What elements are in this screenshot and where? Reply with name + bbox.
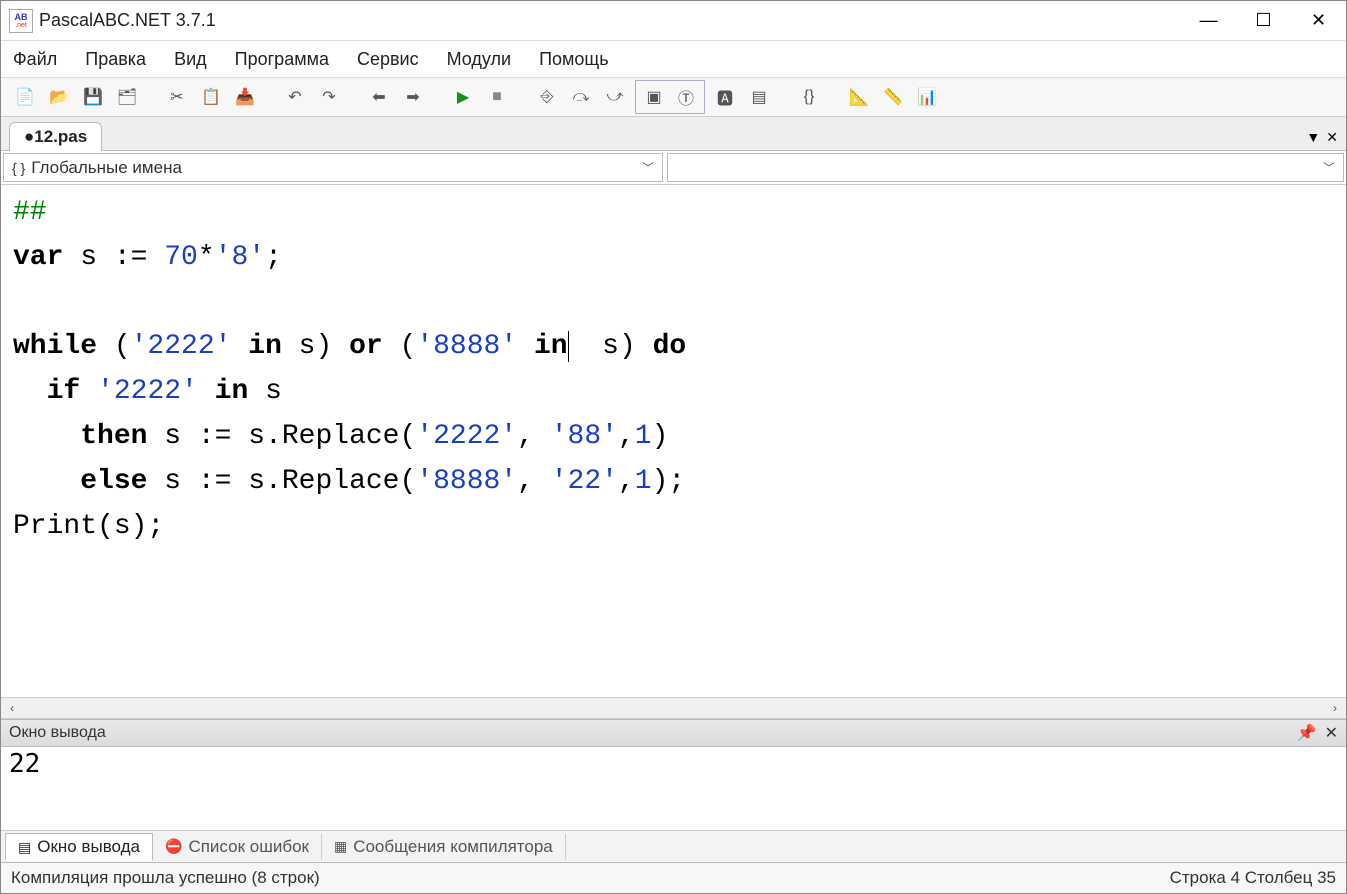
member-dropdown[interactable]: ﹀ [667,153,1344,182]
msg-icon: ▦ [334,838,347,855]
output-panel-header: Окно вывода 📌 ✕ [1,719,1346,747]
chevron-down-icon: ﹀ [1323,159,1335,176]
designer-r-icon[interactable]: 📊 [913,83,941,111]
close-button[interactable]: ✕ [1291,1,1346,41]
scope-row: { } Глобальные имена ﹀ ﹀ [1,151,1346,185]
nav-back-icon[interactable]: ⬅ [365,83,393,111]
status-compile: Компиляция прошла успешно (8 строк) [11,868,320,888]
stop-icon[interactable]: ■ [483,83,511,111]
out-icon: ▤ [18,839,31,856]
scroll-right-icon[interactable]: › [1324,698,1346,718]
menu-file[interactable]: Файл [13,49,57,70]
code-icon[interactable]: {} [795,83,823,111]
paste-icon[interactable]: 📥 [231,83,259,111]
bottom-tab-err[interactable]: ⛔ Список ошибок [153,834,322,860]
cut-icon[interactable]: ✂ [163,83,191,111]
redo-icon[interactable]: ↷ [315,83,343,111]
step-out-icon[interactable]: ⤻ [601,83,629,111]
bottom-tab-msg[interactable]: ▦ Сообщения компилятора [322,834,566,860]
nav-fwd-icon[interactable]: ➡ [399,83,427,111]
app-icon: AB .net [9,9,33,33]
scope-dropdown[interactable]: { } Глобальные имена ﹀ [3,153,663,182]
scope-label: Глобальные имена [31,158,182,178]
list-icon[interactable]: ▤ [745,83,773,111]
tab-menu-icon[interactable]: ▼ [1306,129,1320,146]
scroll-left-icon[interactable]: ‹ [1,698,23,718]
menu-help[interactable]: Помощь [539,49,609,70]
bottom-tab-out[interactable]: ▤ Окно вывода [5,833,153,861]
menu-modules[interactable]: Модули [447,49,511,70]
braces-icon: { } [12,160,25,176]
status-cursor-pos: Строка 4 Столбец 35 [1170,868,1336,888]
maximize-button[interactable]: ☐ [1236,1,1291,41]
console-icon[interactable]: ▣ [640,83,668,111]
open-icon[interactable]: 📂 [45,83,73,111]
file-tab-row: ●12.pas ▼ ✕ [1,117,1346,151]
chevron-down-icon: ﹀ [642,159,654,176]
new-file-icon[interactable]: 📄 [11,83,39,111]
title-bar: AB .net PascalABC.NET 3.7.1 ― ☐ ✕ [1,1,1346,41]
menu-service[interactable]: Сервис [357,49,419,70]
err-icon: ⛔ [165,838,182,855]
menu-program[interactable]: Программа [235,49,329,70]
bottom-tab-label: Сообщения компилятора [353,837,553,857]
save-all-icon[interactable]: 🗂 [113,83,141,111]
text-icon[interactable]: Ⓣ [672,83,700,111]
run-icon[interactable]: ▶ [449,83,477,111]
editor-hscrollbar[interactable]: ‹ › [1,697,1346,719]
code-editor[interactable]: ##var s := 70*'8'; while ('2222' in s) o… [1,185,1346,697]
bottom-tab-label: Список ошибок [188,837,309,857]
file-tab[interactable]: ●12.pas [9,122,102,151]
minimize-button[interactable]: ― [1181,1,1236,41]
pin-icon[interactable]: 📌 [1297,723,1317,743]
undo-icon[interactable]: ↶ [281,83,309,111]
window-title: PascalABC.NET 3.7.1 [39,10,216,31]
abc-icon[interactable]: 🅰 [711,83,739,111]
designer-d-icon[interactable]: 📐 [845,83,873,111]
status-bar: Компиляция прошла успешно (8 строк) Стро… [1,863,1346,893]
menu-edit[interactable]: Правка [85,49,146,70]
menu-bar: Файл Правка Вид Программа Сервис Модули … [1,41,1346,77]
bottom-tabs: ▤ Окно вывода ⛔ Список ошибок ▦ Сообщения ком… [1,831,1346,863]
close-panel-icon[interactable]: ✕ [1325,723,1338,743]
designer-l-icon[interactable]: 📏 [879,83,907,111]
output-title: Окно вывода [9,724,106,742]
bottom-tab-label: Окно вывода [37,837,140,857]
tab-close-icon[interactable]: ✕ [1326,129,1338,146]
editor-area: ##var s := 70*'8'; while ('2222' in s) o… [1,185,1346,719]
toolbar: 📄📂💾🗂 ✂📋📥 ↶↷ ⬅➡ ▶■ ⎆⤼⤻ ▣Ⓣ 🅰▤ {} 📐📏📊 [1,77,1346,117]
menu-view[interactable]: Вид [174,49,207,70]
step-into-icon[interactable]: ⎆ [533,83,561,111]
output-panel[interactable]: 22 [1,747,1346,831]
save-icon[interactable]: 💾 [79,83,107,111]
copy-icon[interactable]: 📋 [197,83,225,111]
step-over-icon[interactable]: ⤼ [567,83,595,111]
